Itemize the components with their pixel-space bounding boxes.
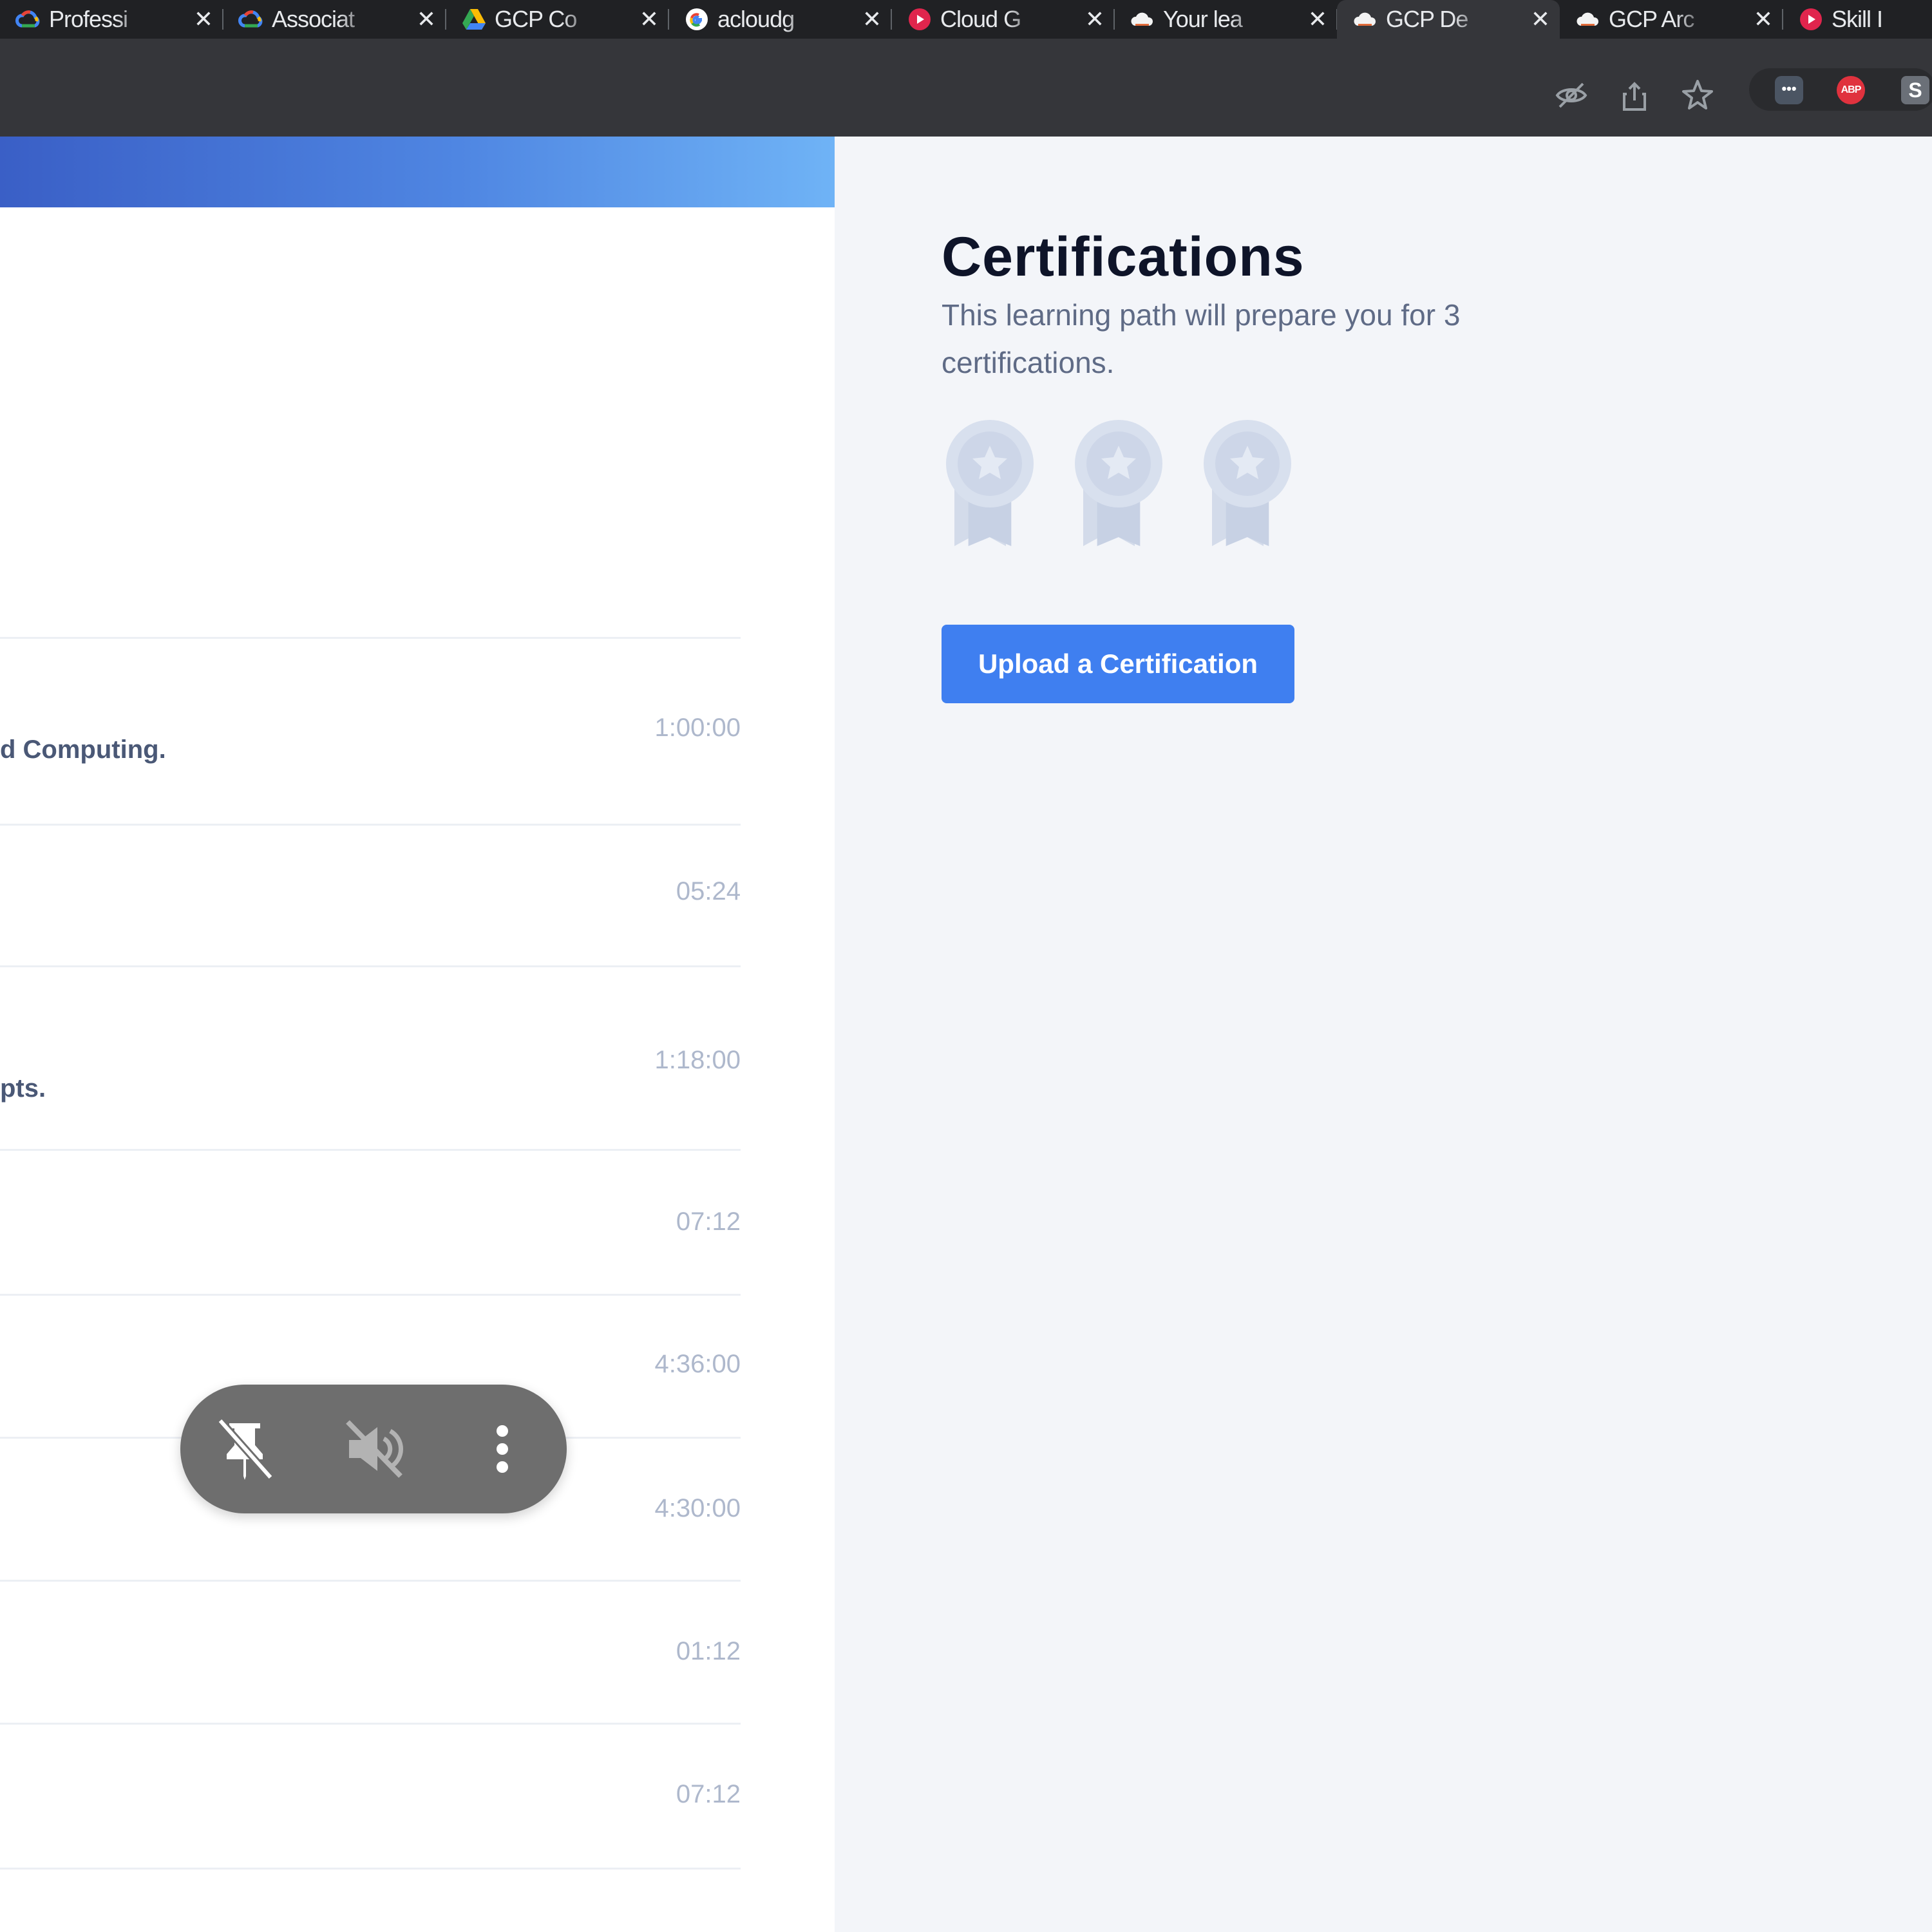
extensions-group: ••• ABP S: [1749, 68, 1932, 111]
eye-off-icon[interactable]: [1553, 77, 1589, 113]
browser-tab[interactable]: acloudg ✕: [668, 0, 892, 39]
close-icon[interactable]: ✕: [1528, 6, 1553, 32]
close-icon[interactable]: ✕: [413, 6, 439, 32]
close-icon[interactable]: ✕: [1750, 6, 1776, 32]
learning-path-content: d Computing. 1:00:00 05:24 pts. 1:18:00 …: [0, 137, 835, 1932]
close-icon[interactable]: ✕: [1082, 6, 1108, 32]
browser-tab[interactable]: GCP Arc ✕: [1560, 0, 1783, 39]
bookmark-star-icon[interactable]: [1680, 77, 1716, 113]
cloud-icon: [1131, 12, 1153, 26]
course-row[interactable]: 07:12: [0, 1725, 741, 1870]
tab-title: Skill I: [1832, 6, 1883, 32]
browser-tab[interactable]: Your lea ✕: [1114, 0, 1338, 39]
google-drive-icon: [462, 9, 486, 30]
upload-certification-button[interactable]: Upload a Certification: [942, 625, 1294, 703]
acloudguru-icon: [1800, 8, 1822, 30]
certification-badge-icon: [1075, 420, 1162, 546]
course-row[interactable]: [0, 207, 741, 639]
close-icon[interactable]: ✕: [1305, 6, 1331, 32]
acloudguru-icon: [909, 8, 931, 30]
browser-tab[interactable]: GCP Co ✕: [446, 0, 669, 39]
course-duration: 07:12: [676, 1780, 741, 1808]
google-cloud-icon: [15, 10, 40, 28]
course-description: pts.: [0, 1074, 46, 1103]
certifications-panel: Certifications This learning path will p…: [835, 137, 1932, 1932]
browser-toolbar: ••• ABP S: [0, 39, 1932, 137]
adblock-icon[interactable]: ABP: [1837, 76, 1865, 104]
course-description: d Computing.: [0, 735, 166, 764]
certifications-title: Certifications: [942, 226, 1305, 288]
media-control-pill: [180, 1385, 567, 1513]
mute-icon[interactable]: [335, 1410, 412, 1488]
browser-tab[interactable]: Skill I: [1783, 0, 1932, 39]
course-row[interactable]: d Computing. 1:00:00: [0, 639, 741, 826]
course-duration: 4:36:00: [654, 1350, 741, 1378]
extension-s-icon[interactable]: S: [1901, 76, 1929, 104]
course-row[interactable]: 05:24: [0, 826, 741, 967]
google-g-icon: [686, 8, 708, 30]
tab-title: Professi: [49, 6, 128, 32]
close-icon[interactable]: ✕: [859, 6, 885, 32]
hero-banner: [0, 137, 835, 207]
tab-title: GCP Co: [495, 6, 577, 32]
browser-tab-strip: Professi ✕ Associat ✕ GCP Co ✕ acloudg ✕…: [0, 0, 1932, 39]
cloud-icon: [1577, 12, 1599, 26]
course-duration: 07:12: [676, 1208, 741, 1236]
course-duration: 1:18:00: [654, 1046, 741, 1074]
cloud-icon: [1354, 12, 1376, 26]
tab-title: GCP De: [1386, 6, 1468, 32]
browser-tab[interactable]: Associat ✕: [223, 0, 446, 39]
extension-more-icon[interactable]: •••: [1775, 76, 1803, 104]
certification-badge-icon: [946, 420, 1034, 546]
tab-title: acloudg: [717, 6, 795, 32]
course-duration: 1:00:00: [654, 714, 741, 742]
tab-title: GCP Arc: [1609, 6, 1694, 32]
course-row[interactable]: 07:12: [0, 1151, 741, 1296]
close-icon[interactable]: ✕: [191, 6, 216, 32]
course-duration: 05:24: [676, 877, 741, 905]
certifications-description: This learning path will prepare you for …: [942, 298, 1461, 379]
more-vert-icon[interactable]: [464, 1410, 541, 1488]
tab-title: Your lea: [1163, 6, 1243, 32]
browser-tab-active[interactable]: GCP De ✕: [1337, 0, 1560, 39]
browser-tab[interactable]: Cloud G ✕: [891, 0, 1115, 39]
browser-tab[interactable]: Professi ✕: [0, 0, 223, 39]
course-duration: 01:12: [676, 1637, 741, 1665]
certification-badge-icon: [1204, 420, 1291, 546]
tab-title: Cloud G: [940, 6, 1021, 32]
tab-title: Associat: [272, 6, 355, 32]
share-icon[interactable]: [1616, 79, 1653, 115]
course-duration: 4:30:00: [654, 1494, 741, 1522]
unpin-icon[interactable]: [206, 1410, 283, 1488]
close-icon[interactable]: ✕: [636, 6, 662, 32]
course-row[interactable]: pts. 1:18:00: [0, 967, 741, 1151]
google-cloud-icon: [238, 10, 263, 28]
course-row[interactable]: 01:12: [0, 1582, 741, 1725]
